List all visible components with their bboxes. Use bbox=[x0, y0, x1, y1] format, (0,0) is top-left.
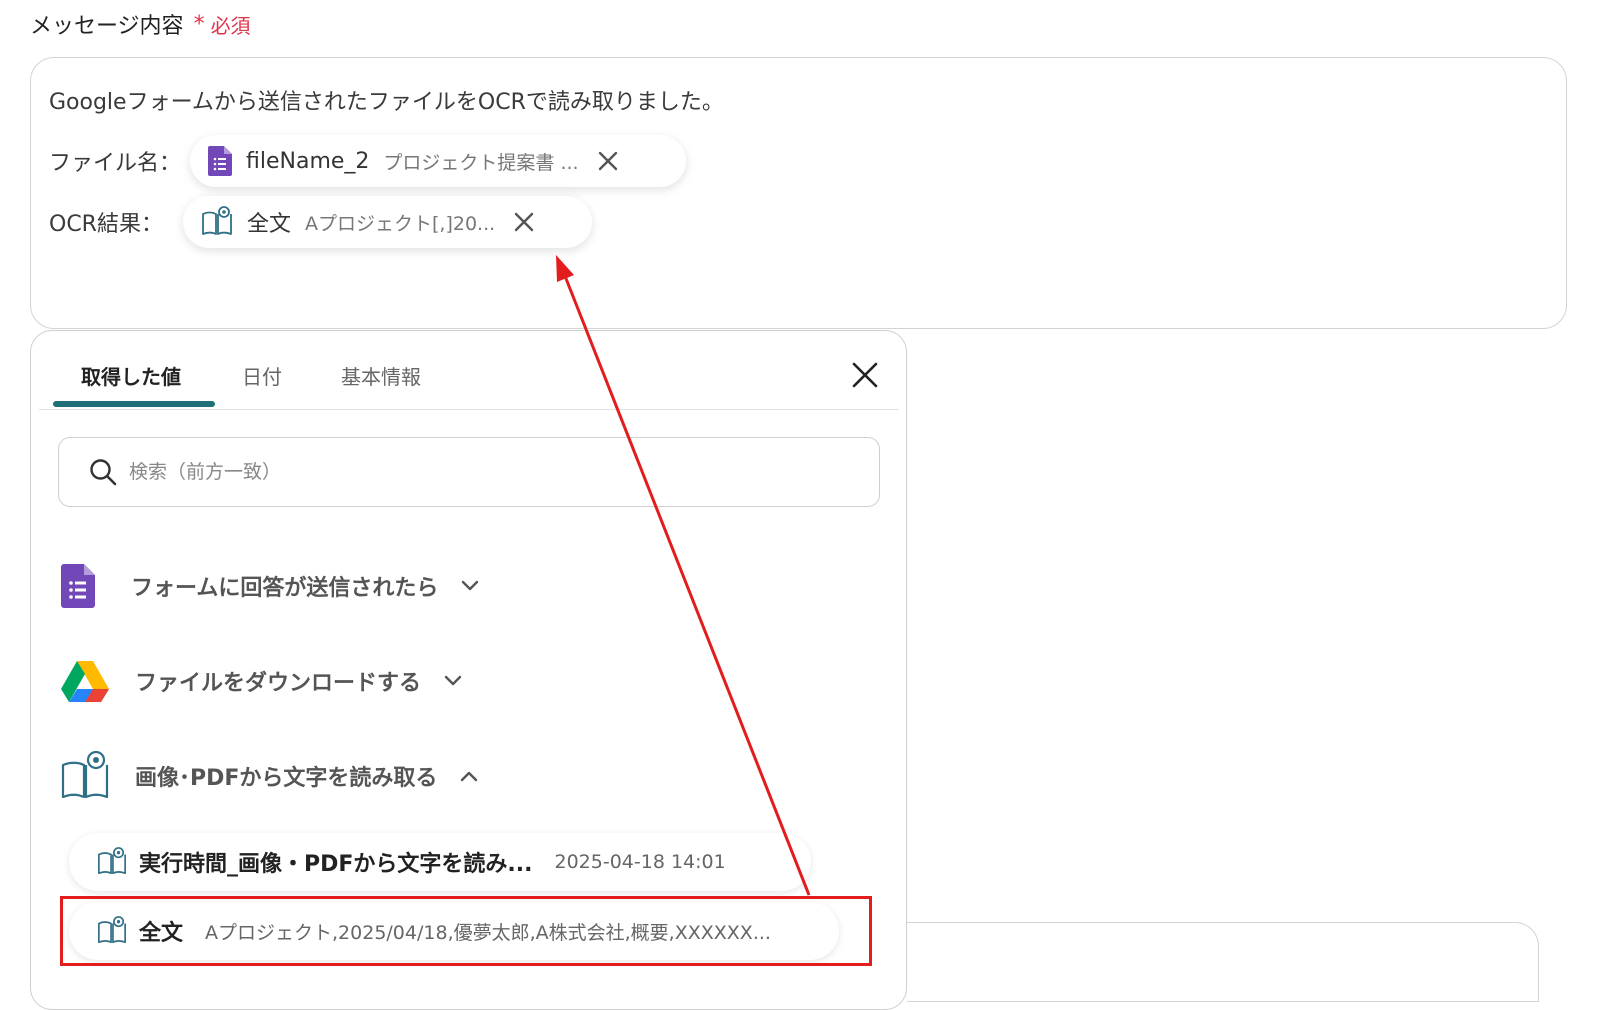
annotation-arrow bbox=[556, 255, 811, 896]
